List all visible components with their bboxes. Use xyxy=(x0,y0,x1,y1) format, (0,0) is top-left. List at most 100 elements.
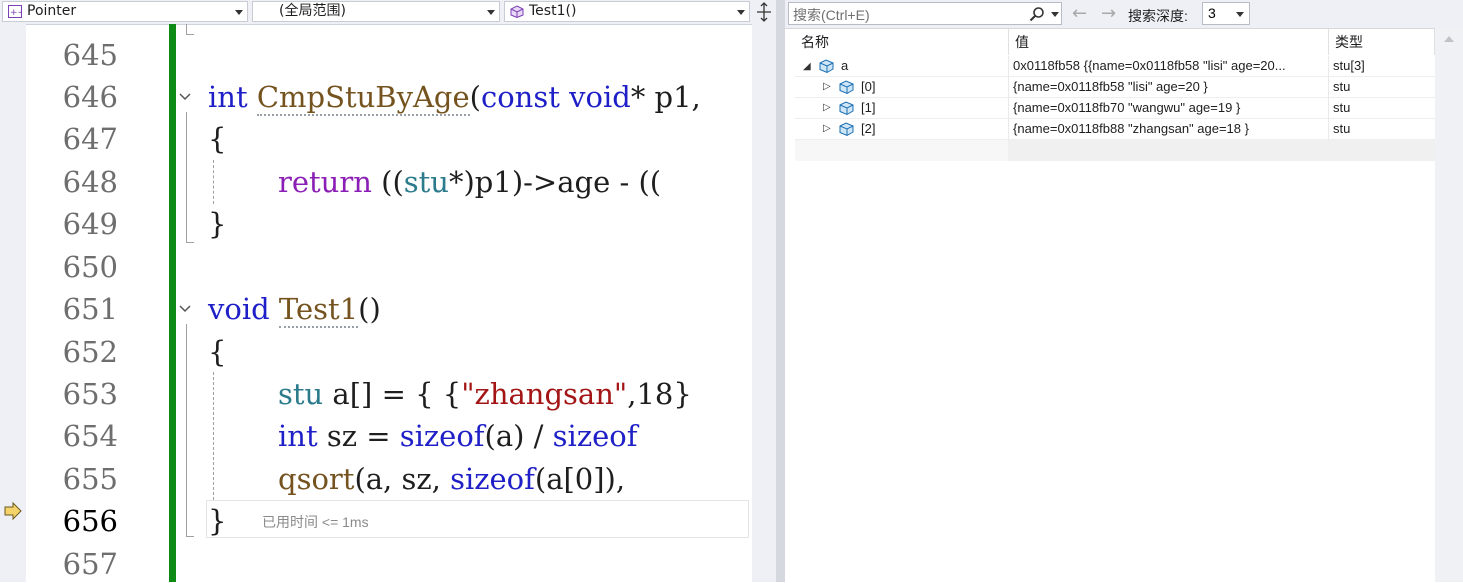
code-editor[interactable]: ++ Pointer (全局范围) Test1() 645 646 647 64… xyxy=(0,0,752,582)
scope-dropdown[interactable]: (全局范围) xyxy=(252,1,500,22)
variable-type: stu[3] xyxy=(1333,58,1365,73)
column-divider xyxy=(1328,56,1329,77)
vertical-scrollbar[interactable] xyxy=(1435,28,1463,582)
add-watch-name-cell[interactable] xyxy=(795,140,1008,161)
line-number: 645 xyxy=(62,38,118,72)
variable-name: [2] xyxy=(861,121,876,136)
code-token: (( xyxy=(371,165,404,199)
forward-arrow-icon[interactable]: → xyxy=(1101,3,1116,24)
code-line-649: } xyxy=(208,207,227,241)
code-line-655: qsort(a, sz, sizeof(a[0]), xyxy=(278,458,625,500)
column-header-type[interactable]: 类型 xyxy=(1329,29,1435,55)
column-header-name[interactable]: 名称 xyxy=(795,29,1009,55)
variable-type: stu xyxy=(1333,121,1351,136)
variable-value[interactable]: {name=0x0118fb58 "lisi" age=20 } xyxy=(1013,77,1329,97)
project-dropdown[interactable]: ++ Pointer xyxy=(2,1,248,22)
collapsed-triangle-icon[interactable]: ▷ xyxy=(823,98,831,118)
code-token: ( xyxy=(469,80,481,114)
chevron-down-icon xyxy=(1236,12,1244,17)
code-line-656: } xyxy=(208,504,227,538)
column-divider xyxy=(1008,119,1009,140)
navigation-bar: ++ Pointer (全局范围) Test1() xyxy=(0,0,752,25)
code-token: (a, sz, xyxy=(354,462,451,496)
search-icon[interactable] xyxy=(1029,6,1045,22)
code-token: sizeof xyxy=(552,419,638,453)
indicator-margin[interactable] xyxy=(0,24,26,582)
search-depth-dropdown[interactable]: 3 xyxy=(1202,2,1250,25)
code-token: void xyxy=(208,292,270,326)
column-divider xyxy=(1328,98,1329,119)
line-number: 652 xyxy=(62,335,118,369)
split-pin-icon[interactable] xyxy=(755,2,773,22)
collapse-chevron-icon[interactable] xyxy=(179,304,191,314)
code-token: *)p1)->age - (( xyxy=(448,165,662,199)
variable-type: stu xyxy=(1333,79,1351,94)
line-number: 651 xyxy=(62,292,118,326)
column-divider xyxy=(1008,56,1009,77)
project-icon: ++ xyxy=(8,5,22,18)
code-token: stu xyxy=(278,377,324,411)
variable-cube-icon xyxy=(839,122,854,137)
project-label: Pointer xyxy=(27,3,77,19)
code-line-651: void Test1() xyxy=(208,288,381,330)
variable-value[interactable]: {name=0x0118fb88 "zhangsan" age=18 } xyxy=(1013,119,1329,139)
watch-row[interactable]: ◢ a 0x0118fb58 {{name=0x0118fb58 "lisi" … xyxy=(795,56,1435,77)
collapsed-triangle-icon[interactable]: ▷ xyxy=(823,119,831,139)
search-depth-value: 3 xyxy=(1208,5,1216,21)
code-token: sz = xyxy=(317,419,400,453)
code-token: qsort xyxy=(278,462,355,496)
code-line-653: stu a[] = { {"zhangsan",18} xyxy=(278,373,692,415)
code-line-646: int CmpStuByAge(const void* p1, xyxy=(208,76,701,118)
watch-row[interactable]: ▷ [1] {name=0x0118fb70 "wangwu" age=19 }… xyxy=(795,98,1435,119)
column-divider xyxy=(1008,77,1009,98)
line-number: 648 xyxy=(62,165,118,199)
line-number: 646 xyxy=(62,80,118,114)
code-token: Test1 xyxy=(278,292,359,328)
variable-name: a xyxy=(841,58,849,73)
code-token: CmpStuByAge xyxy=(256,80,470,116)
code-token: ,18} xyxy=(627,377,692,411)
chevron-down-icon xyxy=(737,10,745,15)
variable-cube-icon xyxy=(819,59,834,74)
code-token: * p1, xyxy=(630,80,701,114)
search-options-dropdown[interactable] xyxy=(1049,2,1062,25)
structure-guide xyxy=(186,34,194,35)
variable-value[interactable]: 0x0118fb58 {{name=0x0118fb58 "lisi" age=… xyxy=(1013,56,1329,76)
member-label: Test1() xyxy=(529,3,577,19)
column-divider xyxy=(1008,98,1009,119)
variable-name: [0] xyxy=(861,79,876,94)
structure-guide xyxy=(186,242,194,243)
column-header-value[interactable]: 值 xyxy=(1009,29,1329,55)
variable-cube-icon xyxy=(839,80,854,95)
chevron-down-icon xyxy=(487,10,495,15)
watch-row[interactable]: ▷ [2] {name=0x0118fb88 "zhangsan" age=18… xyxy=(795,119,1435,140)
variable-value[interactable]: {name=0x0118fb70 "wangwu" age=19 } xyxy=(1013,98,1329,118)
splitter-handle[interactable] xyxy=(776,0,785,582)
add-watch-row[interactable] xyxy=(795,140,1435,161)
code-token: (a[0]), xyxy=(534,462,626,496)
line-number: 657 xyxy=(62,547,118,581)
structure-guide xyxy=(186,324,187,536)
method-cube-icon xyxy=(510,5,524,18)
scope-label: (全局范围) xyxy=(279,3,346,19)
scroll-up-arrow-icon[interactable] xyxy=(1444,36,1454,42)
structure-guide xyxy=(186,112,187,242)
chevron-down-icon xyxy=(235,10,243,15)
search-placeholder: 搜索(Ctrl+E) xyxy=(793,7,870,23)
code-line-654: int sz = sizeof(a) / sizeof xyxy=(278,415,637,457)
indent-guide xyxy=(213,160,214,204)
collapsed-triangle-icon[interactable]: ▷ xyxy=(823,77,831,97)
expanded-triangle-icon[interactable]: ◢ xyxy=(803,57,811,77)
watch-toolbar: 搜索(Ctrl+E) ← → 搜索深度: 3 xyxy=(785,0,1463,28)
collapse-chevron-icon[interactable] xyxy=(179,92,191,102)
back-arrow-icon[interactable]: ← xyxy=(1072,3,1087,24)
current-line-number: 656 xyxy=(62,504,118,538)
watch-row[interactable]: ▷ [0] {name=0x0118fb58 "lisi" age=20 } s… xyxy=(795,77,1435,98)
line-number: 649 xyxy=(62,207,118,241)
search-input[interactable]: 搜索(Ctrl+E) xyxy=(788,2,1050,25)
structure-guide xyxy=(186,24,187,34)
instruction-pointer-arrow-icon xyxy=(4,501,22,521)
member-dropdown[interactable]: Test1() xyxy=(504,1,750,22)
variable-name: [1] xyxy=(861,100,876,115)
